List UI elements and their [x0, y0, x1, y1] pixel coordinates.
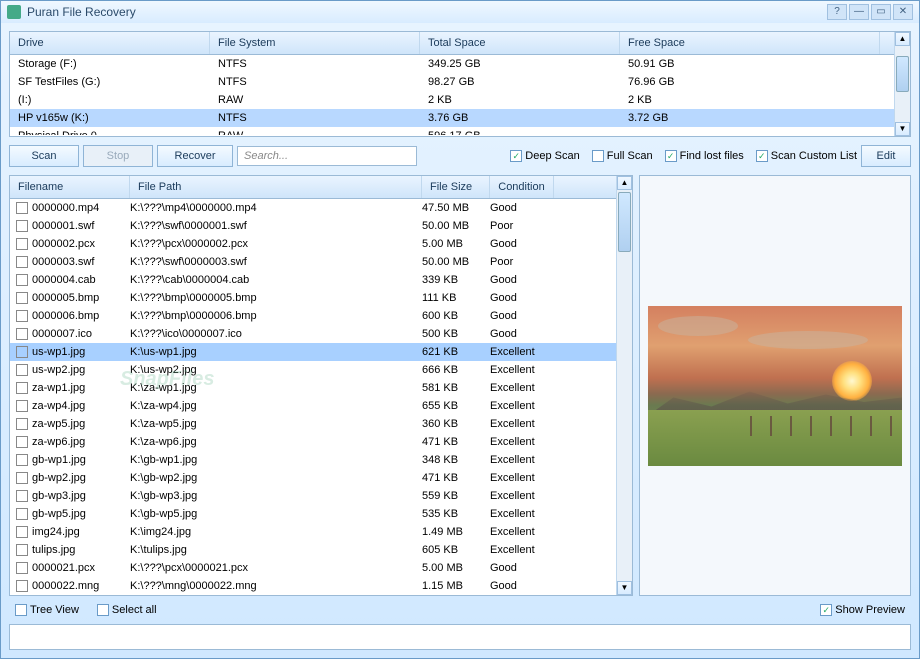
file-row[interactable]: 0000021.pcxK:\???\pcx\0000021.pcx5.00 MB… [10, 559, 616, 577]
scroll-down-icon[interactable]: ▼ [895, 122, 910, 136]
file-header-name[interactable]: Filename [10, 176, 130, 198]
drive-table: Drive File System Total Space Free Space… [9, 31, 911, 137]
help-button[interactable]: ? [827, 4, 847, 20]
drive-row[interactable]: Storage (F:)NTFS349.25 GB50.91 GB [10, 55, 894, 73]
file-checkbox[interactable] [16, 400, 28, 412]
scroll-up-icon[interactable]: ▲ [617, 176, 632, 190]
drive-header-fs[interactable]: File System [210, 32, 420, 54]
scroll-thumb[interactable] [896, 56, 909, 92]
minimize-button[interactable]: — [849, 4, 869, 20]
file-checkbox[interactable] [16, 526, 28, 538]
file-row[interactable]: za-wp1.jpgK:\za-wp1.jpg581 KBExcellent [10, 379, 616, 397]
file-checkbox[interactable] [16, 292, 28, 304]
file-header-row: Filename File Path File Size Condition [10, 176, 616, 199]
file-row[interactable]: za-wp6.jpgK:\za-wp6.jpg471 KBExcellent [10, 433, 616, 451]
file-header-size[interactable]: File Size [422, 176, 490, 198]
file-checkbox[interactable] [16, 436, 28, 448]
file-checkbox[interactable] [16, 580, 28, 592]
file-checkbox[interactable] [16, 328, 28, 340]
file-checkbox[interactable] [16, 490, 28, 502]
drive-row[interactable]: (I:)RAW2 KB2 KB [10, 91, 894, 109]
file-row[interactable]: za-wp5.jpgK:\za-wp5.jpg360 KBExcellent [10, 415, 616, 433]
drive-header-total[interactable]: Total Space [420, 32, 620, 54]
file-checkbox[interactable] [16, 310, 28, 322]
select-all-checkbox[interactable]: Select all [97, 604, 157, 616]
file-checkbox[interactable] [16, 562, 28, 574]
file-row[interactable]: gb-wp3.jpgK:\gb-wp3.jpg559 KBExcellent [10, 487, 616, 505]
file-checkbox[interactable] [16, 382, 28, 394]
maximize-button[interactable]: ▭ [871, 4, 891, 20]
stop-button[interactable]: Stop [83, 145, 153, 167]
file-row[interactable]: us-wp2.jpgK:\us-wp2.jpg666 KBExcellent [10, 361, 616, 379]
recover-button[interactable]: Recover [157, 145, 233, 167]
scroll-up-icon[interactable]: ▲ [895, 32, 910, 46]
preview-image [648, 306, 902, 466]
file-row[interactable]: za-wp4.jpgK:\za-wp4.jpg655 KBExcellent [10, 397, 616, 415]
file-checkbox[interactable] [16, 274, 28, 286]
preview-pane [639, 175, 911, 596]
file-row[interactable]: 0000004.cabK:\???\cab\0000004.cab339 KBG… [10, 271, 616, 289]
toolbar: Scan Stop Recover Search... ✓Deep Scan F… [9, 143, 911, 169]
window-title: Puran File Recovery [27, 5, 825, 19]
file-header-cond[interactable]: Condition [490, 176, 554, 198]
file-header-path[interactable]: File Path [130, 176, 422, 198]
file-row[interactable]: gb-wp2.jpgK:\gb-wp2.jpg471 KBExcellent [10, 469, 616, 487]
file-checkbox[interactable] [16, 364, 28, 376]
titlebar[interactable]: Puran File Recovery ? — ▭ ✕ [1, 1, 919, 23]
file-row[interactable]: gb-wp5.jpgK:\gb-wp5.jpg535 KBExcellent [10, 505, 616, 523]
scan-custom-checkbox[interactable]: ✓Scan Custom List [756, 150, 857, 162]
drive-scrollbar[interactable]: ▲ ▼ [894, 32, 910, 136]
drive-row[interactable]: HP v165w (K:)NTFS3.76 GB3.72 GB [10, 109, 894, 127]
file-row[interactable]: img24.jpgK:\img24.jpg1.49 MBExcellent [10, 523, 616, 541]
file-checkbox[interactable] [16, 508, 28, 520]
close-button[interactable]: ✕ [893, 4, 913, 20]
file-row[interactable]: 0000005.bmpK:\???\bmp\0000005.bmp111 KBG… [10, 289, 616, 307]
file-checkbox[interactable] [16, 454, 28, 466]
drive-header-free[interactable]: Free Space [620, 32, 880, 54]
file-checkbox[interactable] [16, 256, 28, 268]
scroll-down-icon[interactable]: ▼ [617, 581, 632, 595]
scan-button[interactable]: Scan [9, 145, 79, 167]
file-checkbox[interactable] [16, 202, 28, 214]
status-bar [9, 624, 911, 650]
find-lost-checkbox[interactable]: ✓Find lost files [665, 150, 744, 162]
scroll-thumb[interactable] [618, 192, 631, 252]
file-row[interactable]: 0000007.icoK:\???\ico\0000007.ico500 KBG… [10, 325, 616, 343]
file-checkbox[interactable] [16, 472, 28, 484]
file-checkbox[interactable] [16, 238, 28, 250]
file-checkbox[interactable] [16, 544, 28, 556]
file-row[interactable]: tulips.jpgK:\tulips.jpg605 KBExcellent [10, 541, 616, 559]
tree-view-checkbox[interactable]: Tree View [15, 604, 79, 616]
file-row[interactable]: us-wp1.jpgK:\us-wp1.jpg621 KBExcellent [10, 343, 616, 361]
deep-scan-checkbox[interactable]: ✓Deep Scan [510, 150, 579, 162]
file-checkbox[interactable] [16, 346, 28, 358]
main-window: Puran File Recovery ? — ▭ ✕ Drive File S… [0, 0, 920, 659]
full-scan-checkbox[interactable]: Full Scan [592, 150, 653, 162]
bottom-bar: Tree View Select all ✓Show Preview [9, 602, 911, 618]
file-row[interactable]: 0000002.pcxK:\???\pcx\0000002.pcx5.00 MB… [10, 235, 616, 253]
drive-row[interactable]: Physical Drive 0RAW596.17 GB [10, 127, 894, 135]
file-row[interactable]: gb-wp1.jpgK:\gb-wp1.jpg348 KBExcellent [10, 451, 616, 469]
drive-header-drive[interactable]: Drive [10, 32, 210, 54]
drive-header-row: Drive File System Total Space Free Space [10, 32, 894, 55]
show-preview-checkbox[interactable]: ✓Show Preview [820, 604, 905, 616]
file-row[interactable]: 0000000.mp4K:\???\mp4\0000000.mp447.50 M… [10, 199, 616, 217]
edit-button[interactable]: Edit [861, 145, 911, 167]
search-input[interactable]: Search... [237, 146, 417, 166]
file-table: Filename File Path File Size Condition 0… [9, 175, 633, 596]
app-icon [7, 5, 21, 19]
file-row[interactable]: 0000003.swfK:\???\swf\0000003.swf50.00 M… [10, 253, 616, 271]
file-checkbox[interactable] [16, 418, 28, 430]
file-row[interactable]: 0000022.mngK:\???\mng\0000022.mng1.15 MB… [10, 577, 616, 595]
file-row[interactable]: 0000006.bmpK:\???\bmp\0000006.bmp600 KBG… [10, 307, 616, 325]
file-checkbox[interactable] [16, 220, 28, 232]
content-area: Drive File System Total Space Free Space… [1, 23, 919, 658]
file-row[interactable]: 0000001.swfK:\???\swf\0000001.swf50.00 M… [10, 217, 616, 235]
file-scrollbar[interactable]: ▲ ▼ [616, 176, 632, 595]
drive-row[interactable]: SF TestFiles (G:)NTFS98.27 GB76.96 GB [10, 73, 894, 91]
